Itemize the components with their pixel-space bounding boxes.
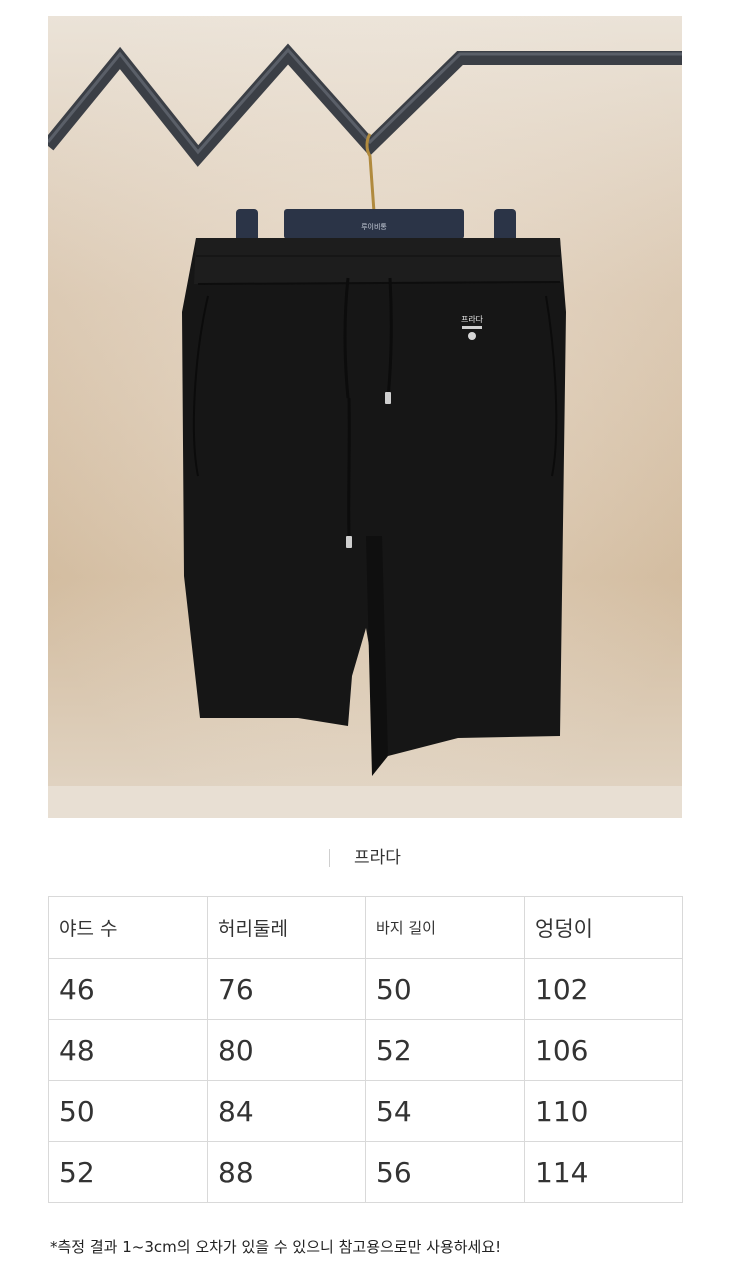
shorts-on-hanger-image: 루이비통 프라다 bbox=[48, 16, 682, 818]
brand-caption: 프라다 bbox=[0, 843, 730, 868]
cell-waist: 76 bbox=[207, 958, 366, 1020]
cell-size: 52 bbox=[48, 1141, 208, 1203]
measurement-note: *측정 결과 1~3cm의 오차가 있을 수 있으니 참고용으로만 사용하세요! bbox=[50, 1238, 502, 1256]
cell-length: 54 bbox=[365, 1080, 525, 1142]
hanger-label: 루이비통 bbox=[361, 222, 387, 231]
cell-waist: 88 bbox=[207, 1141, 366, 1203]
cell-hip: 114 bbox=[524, 1141, 683, 1203]
table-row: 46 76 50 102 bbox=[48, 958, 683, 1020]
table-row: 48 80 52 106 bbox=[48, 1019, 683, 1081]
cell-hip: 110 bbox=[524, 1080, 683, 1142]
table-header-row: 야드 수 허리둘레 바지 길이 엉덩이 bbox=[48, 896, 683, 959]
header-waist: 허리둘레 bbox=[207, 896, 366, 959]
size-chart-table: 야드 수 허리둘레 바지 길이 엉덩이 46 76 50 102 48 80 5… bbox=[48, 896, 683, 1203]
brand-caption-text: 프라다 bbox=[354, 848, 401, 868]
cell-waist: 80 bbox=[207, 1019, 366, 1081]
patch-text: 프라다 bbox=[461, 315, 484, 324]
cell-size: 50 bbox=[48, 1080, 208, 1142]
cell-size: 48 bbox=[48, 1019, 208, 1081]
cell-size: 46 bbox=[48, 958, 208, 1020]
cell-length: 56 bbox=[365, 1141, 525, 1203]
cell-hip: 102 bbox=[524, 958, 683, 1020]
header-hip: 엉덩이 bbox=[524, 896, 683, 959]
cell-length: 50 bbox=[365, 958, 525, 1020]
cell-length: 52 bbox=[365, 1019, 525, 1081]
product-photo: 루이비통 프라다 bbox=[48, 16, 682, 818]
cell-waist: 84 bbox=[207, 1080, 366, 1142]
header-length: 바지 길이 bbox=[365, 896, 525, 959]
caption-divider bbox=[329, 849, 331, 867]
cell-hip: 106 bbox=[524, 1019, 683, 1081]
header-size: 야드 수 bbox=[48, 896, 208, 959]
table-row: 50 84 54 110 bbox=[48, 1080, 683, 1142]
table-row: 52 88 56 114 bbox=[48, 1141, 683, 1203]
product-detail-page: 루이비통 프라다 프라다 야드 수 허리둘레 바지 길이 엉덩이 46 76 5… bbox=[0, 0, 730, 1280]
